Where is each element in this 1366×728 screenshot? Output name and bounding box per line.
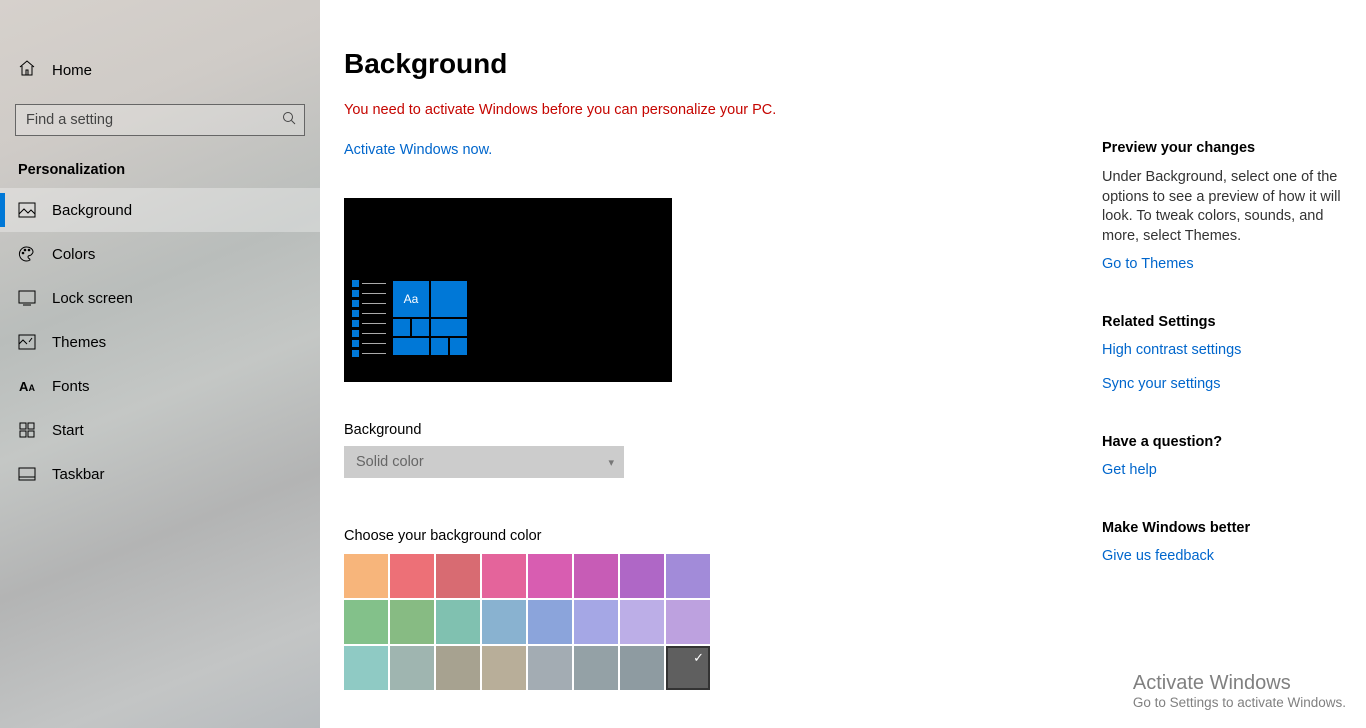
fonts-icon: AA bbox=[18, 377, 36, 395]
page-title: Background bbox=[344, 48, 1366, 80]
nav-taskbar[interactable]: Taskbar bbox=[0, 452, 320, 496]
search-box[interactable] bbox=[15, 104, 305, 136]
color-swatch[interactable] bbox=[528, 600, 572, 644]
palette-icon bbox=[18, 245, 36, 263]
high-contrast-link[interactable]: High contrast settings bbox=[1102, 342, 1342, 358]
sidebar: Home Personalization Background Colors L… bbox=[0, 0, 320, 728]
nav-lock-screen[interactable]: Lock screen bbox=[0, 276, 320, 320]
activation-warning: You need to activate Windows before you … bbox=[344, 102, 1366, 118]
nav-start[interactable]: Start bbox=[0, 408, 320, 452]
themes-icon bbox=[18, 333, 36, 351]
feedback-link[interactable]: Give us feedback bbox=[1102, 548, 1342, 564]
search-input[interactable] bbox=[26, 112, 282, 128]
color-swatch[interactable] bbox=[436, 600, 480, 644]
search-icon bbox=[282, 111, 296, 130]
color-swatch[interactable] bbox=[620, 600, 664, 644]
section-label: Personalization bbox=[0, 136, 320, 188]
get-help-link[interactable]: Get help bbox=[1102, 462, 1342, 478]
color-swatch[interactable] bbox=[574, 600, 618, 644]
color-swatch[interactable] bbox=[574, 554, 618, 598]
lock-screen-icon bbox=[18, 289, 36, 307]
background-dropdown[interactable]: Solid color ▾ bbox=[344, 446, 624, 478]
color-swatch[interactable] bbox=[436, 646, 480, 690]
color-swatch[interactable] bbox=[528, 554, 572, 598]
color-swatch[interactable] bbox=[528, 646, 572, 690]
related-heading: Related Settings bbox=[1102, 314, 1342, 330]
color-swatch[interactable] bbox=[344, 600, 388, 644]
nav-fonts[interactable]: AA Fonts bbox=[0, 364, 320, 408]
color-swatch-grid bbox=[344, 554, 714, 690]
color-swatch[interactable] bbox=[482, 554, 526, 598]
better-heading: Make Windows better bbox=[1102, 520, 1342, 536]
preview-heading: Preview your changes bbox=[1102, 140, 1342, 156]
nav-background[interactable]: Background bbox=[0, 188, 320, 232]
color-swatch[interactable] bbox=[390, 646, 434, 690]
color-swatch[interactable] bbox=[620, 554, 664, 598]
watermark-title: Activate Windows bbox=[1133, 672, 1346, 695]
activation-watermark: Activate Windows Go to Settings to activ… bbox=[1133, 672, 1346, 710]
go-to-themes-link[interactable]: Go to Themes bbox=[1102, 256, 1342, 272]
nav-label: Fonts bbox=[52, 378, 90, 395]
nav-label: Taskbar bbox=[52, 466, 105, 483]
color-swatch[interactable] bbox=[390, 554, 434, 598]
color-swatch[interactable] bbox=[482, 646, 526, 690]
color-swatch[interactable] bbox=[666, 554, 710, 598]
start-icon bbox=[18, 421, 36, 439]
color-swatch[interactable] bbox=[344, 646, 388, 690]
desktop-preview: Aa bbox=[344, 198, 672, 382]
picture-icon bbox=[18, 201, 36, 219]
color-swatch[interactable] bbox=[666, 600, 710, 644]
right-pane: Preview your changes Under Background, s… bbox=[1102, 140, 1342, 606]
color-swatch[interactable] bbox=[390, 600, 434, 644]
nav-label: Themes bbox=[52, 334, 106, 351]
nav-label: Colors bbox=[52, 246, 95, 263]
nav-label: Start bbox=[52, 422, 84, 439]
preview-tile-aa: Aa bbox=[392, 280, 430, 318]
color-swatch[interactable] bbox=[574, 646, 618, 690]
home-icon bbox=[18, 59, 36, 82]
sync-settings-link[interactable]: Sync your settings bbox=[1102, 376, 1342, 392]
taskbar-icon bbox=[18, 465, 36, 483]
nav-label: Lock screen bbox=[52, 290, 133, 307]
color-swatch[interactable] bbox=[344, 554, 388, 598]
home-nav[interactable]: Home bbox=[0, 48, 320, 92]
dropdown-value: Solid color bbox=[356, 454, 424, 470]
chevron-down-icon: ▾ bbox=[608, 456, 614, 469]
home-label: Home bbox=[52, 62, 92, 79]
color-swatch[interactable] bbox=[436, 554, 480, 598]
watermark-sub: Go to Settings to activate Windows. bbox=[1133, 695, 1346, 710]
color-swatch[interactable] bbox=[666, 646, 710, 690]
preview-start-list bbox=[352, 280, 386, 374]
preview-text: Under Background, select one of the opti… bbox=[1102, 168, 1342, 246]
color-swatch[interactable] bbox=[482, 600, 526, 644]
question-heading: Have a question? bbox=[1102, 434, 1342, 450]
nav-colors[interactable]: Colors bbox=[0, 232, 320, 276]
preview-tiles: Aa bbox=[392, 280, 468, 366]
nav-themes[interactable]: Themes bbox=[0, 320, 320, 364]
color-swatch[interactable] bbox=[620, 646, 664, 690]
nav-label: Background bbox=[52, 202, 132, 219]
